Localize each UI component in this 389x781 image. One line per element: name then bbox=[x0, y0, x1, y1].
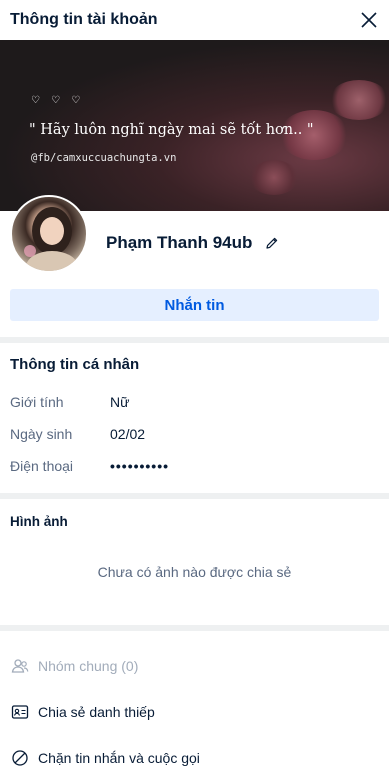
modal-title: Thông tin tài khoản bbox=[10, 11, 158, 28]
profile-name-row: Phạm Thanh 94ub bbox=[106, 233, 280, 253]
phone-masked: •••••••••• bbox=[110, 458, 170, 474]
info-row-gender: Giới tính Nữ bbox=[10, 386, 379, 418]
avatar-portrait bbox=[24, 207, 78, 271]
avatar[interactable] bbox=[10, 195, 88, 273]
cover-flower bbox=[249, 160, 299, 195]
info-row-phone: Điện thoại •••••••••• bbox=[10, 450, 379, 482]
contact-card-icon bbox=[10, 702, 30, 722]
modal-header: Thông tin tài khoản bbox=[0, 0, 389, 40]
info-label: Điện thoại bbox=[10, 458, 74, 474]
block-label: Chặn tin nhắn và cuộc gọi bbox=[38, 750, 200, 766]
pencil-icon bbox=[266, 237, 278, 249]
info-label: Giới tính bbox=[10, 394, 64, 410]
cover-photo[interactable]: ♡ ♡ ♡ " Hãy luôn nghĩ ngày mai sẽ tốt hơ… bbox=[0, 40, 389, 211]
photos-section: Hình ảnh Chưa có ảnh nào được chia sẻ bbox=[0, 499, 389, 625]
info-label: Ngày sinh bbox=[10, 426, 73, 442]
close-button[interactable] bbox=[359, 10, 379, 30]
cover-flower bbox=[329, 80, 389, 120]
edit-name-button[interactable] bbox=[264, 235, 280, 251]
share-contact-label: Chia sẻ danh thiếp bbox=[38, 704, 155, 720]
profile-summary: Phạm Thanh 94ub bbox=[0, 195, 389, 289]
photos-empty-text: Chưa có ảnh nào được chia sẻ bbox=[97, 564, 292, 580]
common-groups-item[interactable]: Nhóm chung (0) bbox=[0, 643, 389, 689]
cover-credit: @fb/camxuccuachungta.vn bbox=[31, 152, 177, 164]
cover-hearts: ♡ ♡ ♡ bbox=[31, 95, 85, 106]
share-contact-item[interactable]: Chia sẻ danh thiếp bbox=[0, 689, 389, 735]
common-groups-label: Nhóm chung (0) bbox=[38, 658, 139, 674]
block-item[interactable]: Chặn tin nhắn và cuộc gọi bbox=[0, 735, 389, 781]
personal-info-title: Thông tin cá nhân bbox=[10, 356, 140, 373]
profile-name: Phạm Thanh 94ub bbox=[106, 233, 253, 252]
info-value: 02/02 bbox=[110, 426, 146, 442]
block-icon bbox=[10, 748, 30, 768]
info-row-birthday: Ngày sinh 02/02 bbox=[10, 418, 379, 450]
message-button[interactable]: Nhắn tin bbox=[10, 289, 379, 321]
group-icon bbox=[10, 656, 30, 676]
close-icon bbox=[361, 12, 377, 28]
photos-title: Hình ảnh bbox=[10, 514, 68, 529]
info-value: Nữ bbox=[110, 394, 130, 410]
cover-quote: " Hãy luôn nghĩ ngày mai sẽ tốt hơn.. " bbox=[29, 122, 314, 138]
personal-info-section: Thông tin cá nhân Giới tính Nữ Ngày sinh… bbox=[0, 343, 389, 493]
